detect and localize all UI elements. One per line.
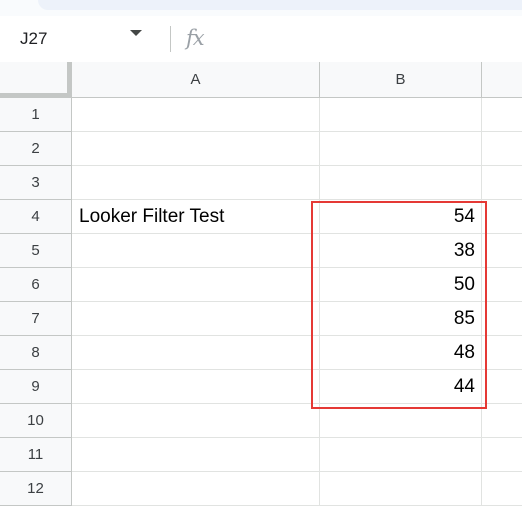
cell-b[interactable]: [320, 132, 482, 166]
cell-b[interactable]: [320, 166, 482, 200]
cell-b[interactable]: [320, 98, 482, 132]
cell-c[interactable]: [482, 336, 522, 370]
cell-a[interactable]: [72, 132, 320, 166]
select-all-corner[interactable]: [0, 62, 72, 98]
table-row: 1: [0, 98, 522, 132]
table-row: 11: [0, 438, 522, 472]
row-header[interactable]: 3: [0, 166, 72, 200]
name-box[interactable]: J27: [8, 22, 158, 56]
row-header[interactable]: 4: [0, 200, 72, 234]
toolbar-edge: [38, 0, 522, 10]
table-row: 8 48: [0, 336, 522, 370]
cell-b[interactable]: 48: [320, 336, 482, 370]
cell-c[interactable]: [482, 166, 522, 200]
cell-c[interactable]: [482, 98, 522, 132]
cell-b[interactable]: 54: [320, 200, 482, 234]
row-header[interactable]: 7: [0, 302, 72, 336]
column-header-a[interactable]: A: [72, 62, 320, 98]
table-row: 6 50: [0, 268, 522, 302]
name-box-value: J27: [20, 29, 48, 48]
cell-a[interactable]: [72, 166, 320, 200]
cell-a[interactable]: [72, 98, 320, 132]
cell-a[interactable]: [72, 472, 320, 506]
table-row: 2: [0, 132, 522, 166]
row-header[interactable]: 1: [0, 98, 72, 132]
cell-b[interactable]: 85: [320, 302, 482, 336]
table-row: 10: [0, 404, 522, 438]
row-header[interactable]: 5: [0, 234, 72, 268]
column-header-b[interactable]: B: [320, 62, 482, 98]
cell-c[interactable]: [482, 268, 522, 302]
cell-c[interactable]: [482, 302, 522, 336]
row-header[interactable]: 6: [0, 268, 72, 302]
cell-c[interactable]: [482, 132, 522, 166]
row-header[interactable]: 8: [0, 336, 72, 370]
table-row: 3: [0, 166, 522, 200]
cell-a[interactable]: [72, 234, 320, 268]
cell-a[interactable]: [72, 268, 320, 302]
cell-b[interactable]: [320, 404, 482, 438]
fx-icon: fx: [186, 26, 205, 50]
row-header[interactable]: 11: [0, 438, 72, 472]
cell-b[interactable]: [320, 472, 482, 506]
row-header[interactable]: 12: [0, 472, 72, 506]
freeze-column-handle[interactable]: [67, 62, 71, 95]
cell-a[interactable]: [72, 302, 320, 336]
table-row: 7 85: [0, 302, 522, 336]
window-top-bar: [0, 0, 522, 16]
row-header[interactable]: 9: [0, 370, 72, 404]
cell-b[interactable]: [320, 438, 482, 472]
cell-a[interactable]: Looker Filter Test: [72, 200, 320, 234]
cell-c[interactable]: [482, 370, 522, 404]
cell-c[interactable]: [482, 472, 522, 506]
cell-c[interactable]: [482, 438, 522, 472]
row-header[interactable]: 2: [0, 132, 72, 166]
cell-b[interactable]: 44: [320, 370, 482, 404]
chevron-down-icon[interactable]: [130, 30, 142, 36]
formula-bar-divider: [170, 26, 171, 52]
table-row: 4 Looker Filter Test 54: [0, 200, 522, 234]
cell-b[interactable]: 38: [320, 234, 482, 268]
cell-a[interactable]: [72, 336, 320, 370]
cell-c[interactable]: [482, 234, 522, 268]
table-row: 12: [0, 472, 522, 506]
table-row: 5 38: [0, 234, 522, 268]
column-header-c[interactable]: [482, 62, 522, 98]
freeze-row-handle[interactable]: [0, 93, 71, 97]
formula-bar: J27 fx: [0, 16, 522, 62]
cell-a[interactable]: [72, 438, 320, 472]
cell-c[interactable]: [482, 200, 522, 234]
row-header[interactable]: 10: [0, 404, 72, 438]
cell-a[interactable]: [72, 404, 320, 438]
table-row: 9 44: [0, 370, 522, 404]
formula-input[interactable]: [220, 24, 520, 54]
cell-c[interactable]: [482, 404, 522, 438]
cell-a[interactable]: [72, 370, 320, 404]
cell-b[interactable]: 50: [320, 268, 482, 302]
